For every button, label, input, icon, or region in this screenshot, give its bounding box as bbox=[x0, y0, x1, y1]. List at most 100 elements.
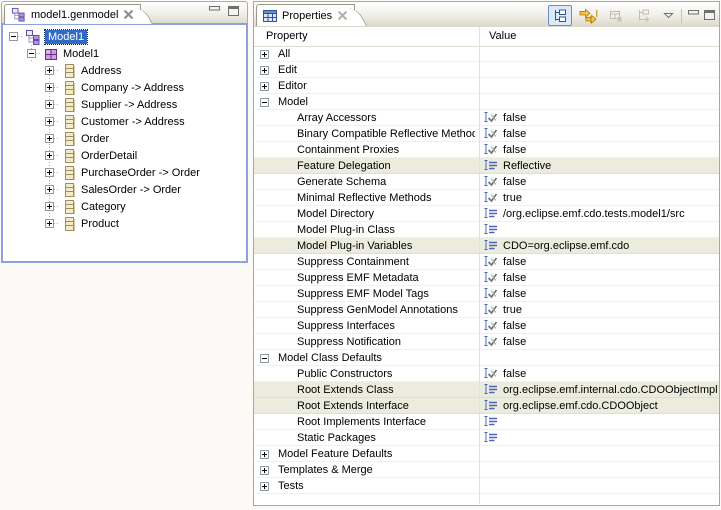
show-categories-button[interactable] bbox=[548, 5, 572, 26]
expand-icon[interactable] bbox=[260, 49, 269, 58]
tree-connector bbox=[18, 36, 24, 37]
property-row-suppress-emf-metadata[interactable]: Suppress EMF Metadatafalse bbox=[254, 270, 719, 286]
property-row-root-implements-interface[interactable]: Root Implements Interface bbox=[254, 414, 719, 430]
property-row-binary-compatible-reflective-methods[interactable]: Binary Compatible Reflective Methodsfals… bbox=[254, 126, 719, 142]
tree-item-category[interactable]: Category bbox=[3, 198, 246, 215]
property-row-public-constructors[interactable]: Public Constructorsfalse bbox=[254, 366, 719, 382]
category-row-model-class-defaults[interactable]: Model Class Defaults bbox=[254, 350, 719, 366]
property-row-generate-schema[interactable]: Generate Schemafalse bbox=[254, 174, 719, 190]
value-cell[interactable]: org.eclipse.emf.cdo.CDOObject bbox=[480, 398, 719, 413]
value-cell[interactable]: CDO=org.eclipse.emf.cdo bbox=[480, 238, 719, 253]
value-cell[interactable]: false bbox=[480, 254, 719, 269]
property-row-suppress-emf-model-tags[interactable]: Suppress EMF Model Tagsfalse bbox=[254, 286, 719, 302]
value-cell[interactable]: false bbox=[480, 126, 719, 141]
expand-icon[interactable] bbox=[45, 151, 54, 160]
tree-item-address[interactable]: Address bbox=[3, 62, 246, 79]
collapse-icon[interactable] bbox=[260, 353, 269, 362]
expand-icon[interactable] bbox=[260, 465, 269, 474]
property-row-suppress-genmodel-annotations[interactable]: Suppress GenModel Annotationstrue bbox=[254, 302, 719, 318]
property-row-minimal-reflective-methods[interactable]: Minimal Reflective Methodstrue bbox=[254, 190, 719, 206]
property-row-root-extends-class[interactable]: Root Extends Classorg.eclipse.emf.intern… bbox=[254, 382, 719, 398]
view-menu-button[interactable] bbox=[660, 5, 676, 26]
category-row-templates-merge[interactable]: Templates & Merge bbox=[254, 462, 719, 478]
property-row-suppress-notification[interactable]: Suppress Notificationfalse bbox=[254, 334, 719, 350]
minimize-button[interactable] bbox=[208, 6, 220, 17]
expand-icon[interactable] bbox=[45, 168, 54, 177]
value-cell[interactable]: false bbox=[480, 334, 719, 349]
value-cell[interactable]: /org.eclipse.emf.cdo.tests.model1/src bbox=[480, 206, 719, 221]
category-row-model[interactable]: Model bbox=[254, 94, 719, 110]
tree-item-customer-address[interactable]: Customer -> Address bbox=[3, 113, 246, 130]
value-text: org.eclipse.emf.cdo.CDOObject bbox=[503, 399, 658, 413]
value-cell[interactable]: false bbox=[480, 110, 719, 125]
property-row-model-plug-in-class[interactable]: Model Plug-in Class bbox=[254, 222, 719, 238]
tree-item-model1[interactable]: Model1 bbox=[3, 28, 246, 45]
expand-icon[interactable] bbox=[45, 134, 54, 143]
expand-icon[interactable] bbox=[260, 481, 269, 490]
maximize-button[interactable] bbox=[703, 10, 715, 21]
column-divider[interactable] bbox=[479, 27, 480, 504]
tree-item-order[interactable]: Order bbox=[3, 130, 246, 147]
minimize-button[interactable] bbox=[687, 10, 699, 21]
expand-icon[interactable] bbox=[45, 185, 54, 194]
tab-properties[interactable]: Properties bbox=[256, 4, 355, 26]
property-row-model-plug-in-variables[interactable]: Model Plug-in VariablesCDO=org.eclipse.e… bbox=[254, 238, 719, 254]
value-cell[interactable]: false bbox=[480, 270, 719, 285]
property-row-feature-delegation[interactable]: Feature DelegationReflective bbox=[254, 158, 719, 174]
tree-item-purchaseorder-order[interactable]: PurchaseOrder -> Order bbox=[3, 164, 246, 181]
tab-model1-genmodel[interactable]: model1.genmodel bbox=[4, 4, 141, 24]
tree-item-product[interactable]: Product bbox=[3, 215, 246, 232]
value-cell[interactable]: true bbox=[480, 190, 719, 205]
expand-icon[interactable] bbox=[45, 202, 54, 211]
tree-item-salesorder-order[interactable]: SalesOrder -> Order bbox=[3, 181, 246, 198]
property-row-suppress-interfaces[interactable]: Suppress Interfacesfalse bbox=[254, 318, 719, 334]
tree-item-company-address[interactable]: Company -> Address bbox=[3, 79, 246, 96]
expand-icon[interactable] bbox=[45, 100, 54, 109]
property-row-root-extends-interface[interactable]: Root Extends Interfaceorg.eclipse.emf.cd… bbox=[254, 398, 719, 414]
maximize-button[interactable] bbox=[227, 6, 239, 17]
collapse-icon[interactable] bbox=[27, 49, 36, 58]
expand-icon[interactable] bbox=[260, 65, 269, 74]
property-row-static-packages[interactable]: Static Packages bbox=[254, 430, 719, 446]
category-row-edit[interactable]: Edit bbox=[254, 62, 719, 78]
expand-icon[interactable] bbox=[45, 117, 54, 126]
value-cell[interactable]: Reflective bbox=[480, 158, 719, 173]
minimize-icon bbox=[688, 10, 699, 20]
property-row-suppress-containment[interactable]: Suppress Containmentfalse bbox=[254, 254, 719, 270]
expand-icon[interactable] bbox=[260, 81, 269, 90]
bool-value-icon bbox=[483, 319, 499, 333]
expand-icon[interactable] bbox=[45, 219, 54, 228]
property-row-containment-proxies[interactable]: Containment Proxiesfalse bbox=[254, 142, 719, 158]
expand-icon[interactable] bbox=[260, 449, 269, 458]
category-row-all[interactable]: All bbox=[254, 46, 719, 62]
value-cell[interactable] bbox=[480, 414, 719, 429]
value-cell[interactable]: false bbox=[480, 318, 719, 333]
value-cell[interactable] bbox=[480, 430, 719, 445]
value-cell[interactable]: org.eclipse.emf.internal.cdo.CDOObjectIm… bbox=[480, 382, 719, 397]
value-cell[interactable] bbox=[480, 222, 719, 237]
tree-item-model1[interactable]: Model1 bbox=[3, 45, 246, 62]
collapse-icon[interactable] bbox=[9, 32, 18, 41]
close-icon[interactable] bbox=[123, 9, 134, 20]
collapse-icon[interactable] bbox=[260, 97, 269, 106]
value-cell[interactable]: false bbox=[480, 142, 719, 157]
value-cell[interactable]: false bbox=[480, 286, 719, 301]
tree-connector bbox=[54, 70, 60, 71]
property-label: Root Implements Interface bbox=[297, 415, 475, 429]
properties-tab-bar: Properties bbox=[254, 2, 719, 28]
expand-icon[interactable] bbox=[45, 83, 54, 92]
expand-icon[interactable] bbox=[45, 66, 54, 75]
show-advanced-properties-button[interactable] bbox=[576, 5, 600, 26]
close-icon[interactable] bbox=[337, 10, 348, 21]
category-row-tests[interactable]: Tests bbox=[254, 478, 719, 494]
tree-item-supplier-address[interactable]: Supplier -> Address bbox=[3, 96, 246, 113]
property-row-model-directory[interactable]: Model Directory/org.eclipse.emf.cdo.test… bbox=[254, 206, 719, 222]
value-cell[interactable]: true bbox=[480, 302, 719, 317]
tree-connector bbox=[54, 223, 60, 224]
value-cell[interactable]: false bbox=[480, 366, 719, 381]
category-row-model-feature-defaults[interactable]: Model Feature Defaults bbox=[254, 446, 719, 462]
tree-item-orderdetail[interactable]: OrderDetail bbox=[3, 147, 246, 164]
property-row-array-accessors[interactable]: Array Accessorsfalse bbox=[254, 110, 719, 126]
value-cell[interactable]: false bbox=[480, 174, 719, 189]
category-row-editor[interactable]: Editor bbox=[254, 78, 719, 94]
